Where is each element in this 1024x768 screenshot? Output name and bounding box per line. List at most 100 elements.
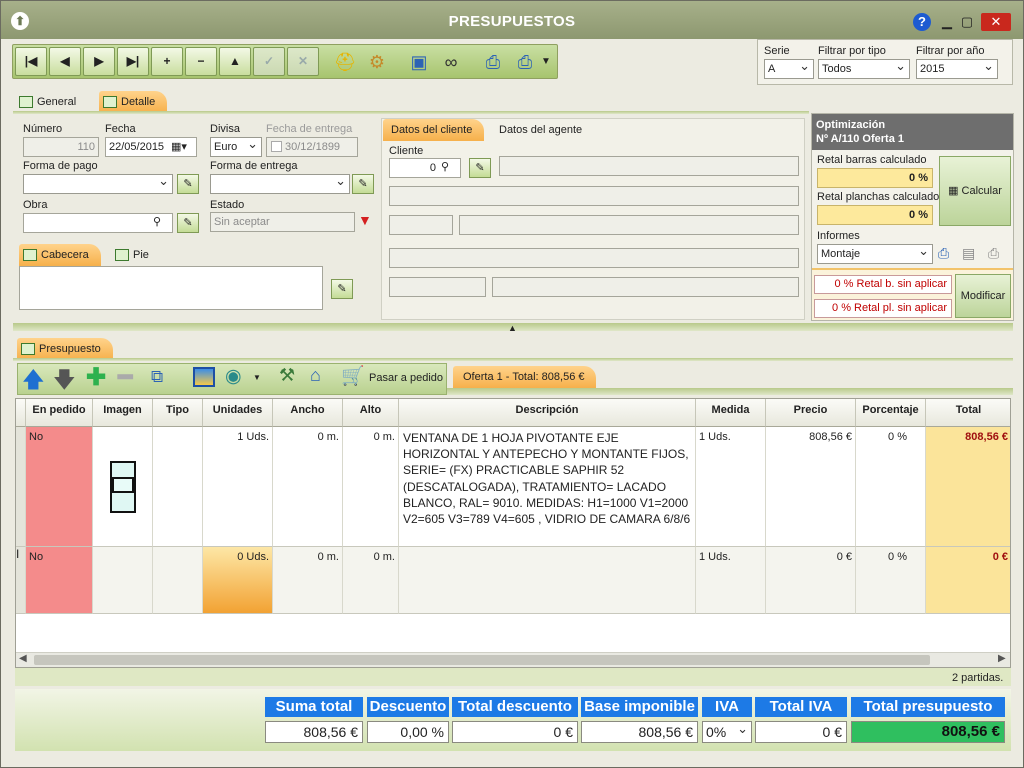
minimize-button[interactable]: ▁ [937, 13, 957, 31]
tab-cabecera[interactable]: Cabecera [19, 244, 101, 266]
tab-oferta-1[interactable]: Oferta 1 - Total: 808,56 € [453, 366, 597, 388]
search-cliente-icon[interactable]: ⚲ [441, 160, 449, 173]
hardhat-icon[interactable]: ⛑ [331, 48, 359, 76]
next-record-button[interactable]: ▶ [83, 47, 115, 76]
cell-imagen[interactable] [93, 427, 153, 547]
numero-field[interactable]: 110 [23, 137, 99, 157]
binoculars-icon[interactable]: ∞ [437, 48, 465, 76]
edit-obra-button[interactable]: ✎ [177, 213, 199, 233]
close-button[interactable]: ✕ [981, 13, 1011, 31]
move-up-icon[interactable]: 🡅 [22, 363, 45, 401]
column-header-ancho[interactable]: Ancho [273, 399, 343, 427]
tab-datos-cliente[interactable]: Datos del cliente [383, 119, 485, 141]
pasar-a-pedido-button[interactable]: Pasar a pedido [369, 372, 443, 384]
cell-alto[interactable]: 0 m. [343, 427, 399, 547]
column-header-imagen[interactable]: Imagen [93, 399, 153, 427]
cell-porcentaje[interactable]: 0 % [856, 427, 926, 547]
cell-descripcion[interactable]: VENTANA DE 1 HOJA PIVOTANTE EJE HORIZONT… [399, 427, 696, 547]
divisa-select[interactable]: Euro [210, 137, 262, 157]
view-icon[interactable]: ◉ [225, 365, 242, 388]
calendar-icon[interactable]: ▦▾ [171, 140, 187, 153]
scroll-right-icon[interactable]: ▶ [998, 653, 1006, 664]
move-down-icon[interactable]: 🡇 [53, 363, 76, 401]
column-header-en-pedido[interactable]: En pedido [26, 399, 93, 427]
printer-icon[interactable]: ⎙ [479, 48, 507, 76]
thumbs-down-icon[interactable]: ▼ [358, 212, 372, 228]
cell-precio[interactable]: 0 € [766, 547, 856, 614]
serie-select[interactable]: A [764, 59, 814, 79]
column-header-medida[interactable]: Medida [696, 399, 766, 427]
help-button[interactable]: ? [913, 13, 931, 31]
edit-record-button[interactable]: ▲ [219, 47, 251, 76]
checkbox-icon[interactable] [271, 141, 282, 152]
cell-en-pedido[interactable]: No [26, 547, 93, 614]
forma-entrega-select[interactable] [210, 174, 350, 194]
column-header-total[interactable]: Total [926, 399, 1010, 427]
cell-porcentaje[interactable]: 0 % [856, 547, 926, 614]
tab-pie[interactable]: Pie [111, 244, 161, 266]
factory-icon[interactable]: ⌂ [310, 365, 321, 386]
tipo-select[interactable]: Todos [818, 59, 910, 79]
cell-precio[interactable]: 808,56 € [766, 427, 856, 547]
tab-presupuesto[interactable]: Presupuesto [17, 338, 113, 360]
modificar-button[interactable]: Modificar [955, 274, 1011, 318]
cell-ancho[interactable]: 0 m. [273, 547, 343, 614]
cell-medida[interactable]: 1 Uds. [696, 427, 766, 547]
cell-descripcion[interactable] [399, 547, 696, 614]
prev-record-button[interactable]: ◀ [49, 47, 81, 76]
scroll-left-icon[interactable]: ◀ [19, 653, 27, 664]
maximize-button[interactable]: ▢ [957, 13, 977, 31]
column-header-descripcion[interactable]: Descripción [399, 399, 696, 427]
edit-forma-pago-button[interactable]: ✎ [177, 174, 199, 194]
forklift-icon[interactable]: ⚙ [363, 48, 391, 76]
calcular-button[interactable]: ▦ Calcular [939, 156, 1011, 226]
collapse-arrow-icon[interactable]: ▲ [508, 323, 517, 333]
row-selector[interactable]: I [16, 547, 26, 614]
ce-print-icon[interactable]: ⎙ [511, 48, 539, 76]
column-header-tipo[interactable]: Tipo [153, 399, 203, 427]
cell-en-pedido[interactable]: No [26, 427, 93, 547]
add-record-button[interactable]: + [151, 47, 183, 76]
cabecera-textarea[interactable] [19, 266, 323, 310]
cell-total[interactable]: 0 € [926, 547, 1010, 614]
cell-unidades[interactable]: 0 Uds. [203, 547, 273, 614]
edit-cliente-button[interactable]: ✎ [469, 158, 491, 178]
chevron-down-icon[interactable]: ▼ [253, 373, 261, 382]
chevron-down-icon[interactable]: ▼ [539, 48, 553, 76]
anio-select[interactable]: 2015 [916, 59, 998, 79]
chart-user-icon[interactable]: ▣ [405, 48, 433, 76]
cliente-field[interactable]: 0 [389, 158, 461, 178]
delete-record-button[interactable]: − [185, 47, 217, 76]
column-header-unidades[interactable]: Unidades [203, 399, 273, 427]
cell-tipo[interactable] [153, 547, 203, 614]
cancel-button[interactable]: ✕ [287, 47, 319, 76]
cell-unidades[interactable]: 1 Uds. [203, 427, 273, 547]
column-header-precio[interactable]: Precio [766, 399, 856, 427]
confirm-button[interactable]: ✓ [253, 47, 285, 76]
edit-cabecera-button[interactable]: ✎ [331, 279, 353, 299]
tab-detalle[interactable]: Detalle [99, 91, 168, 113]
last-record-button[interactable]: ▶| [117, 47, 149, 76]
obra-field[interactable] [23, 213, 173, 233]
cell-alto[interactable]: 0 m. [343, 547, 399, 614]
cell-total[interactable]: 808,56 € [926, 427, 1010, 547]
print-informe-icon[interactable]: ⎙ [938, 245, 949, 262]
tools-icon[interactable]: ⚒ [279, 365, 295, 386]
descuento-field[interactable]: 0,00 % [367, 721, 449, 743]
add-line-icon[interactable]: ✚ [86, 363, 106, 392]
image-icon[interactable] [193, 367, 215, 387]
scroll-thumb[interactable] [34, 655, 930, 665]
first-record-button[interactable]: |◀ [15, 47, 47, 76]
cell-medida[interactable]: 1 Uds. [696, 547, 766, 614]
cart-icon[interactable]: 🛒 [341, 364, 365, 388]
export-informe-icon[interactable]: ⎙ [988, 245, 999, 262]
column-header-porcentaje[interactable]: Porcentaje [856, 399, 926, 427]
cell-tipo[interactable] [153, 427, 203, 547]
copy-line-icon[interactable]: ⧉ [151, 367, 163, 387]
column-header-alto[interactable]: Alto [343, 399, 399, 427]
search-obra-icon[interactable]: ⚲ [153, 215, 161, 228]
edit-forma-entrega-button[interactable]: ✎ [352, 174, 374, 194]
forma-pago-select[interactable] [23, 174, 173, 194]
row-selector[interactable] [16, 427, 26, 547]
preview-informe-icon[interactable]: ▤ [962, 245, 975, 262]
